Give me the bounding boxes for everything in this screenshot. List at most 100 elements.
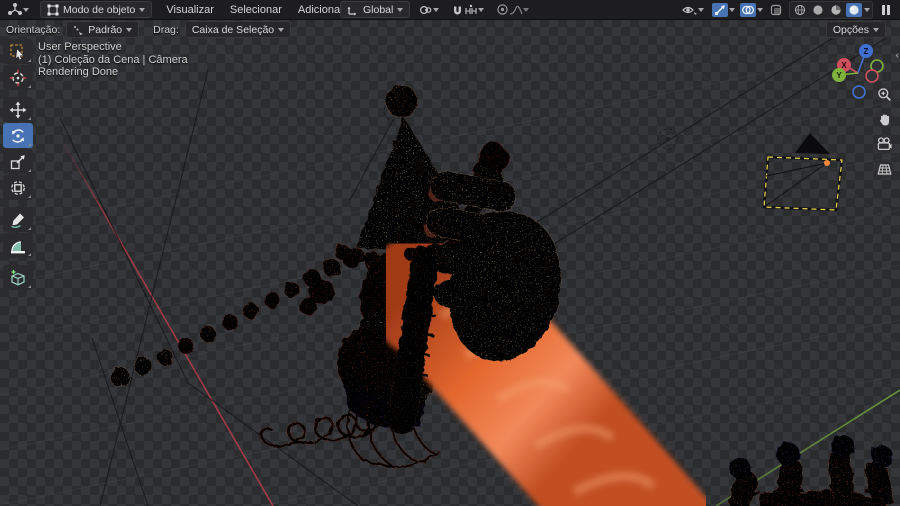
gizmo-axis-x-negative[interactable] — [865, 69, 879, 83]
overlays-icon — [742, 5, 755, 14]
orientation-axes-icon — [347, 6, 356, 15]
measure-icon — [11, 240, 25, 253]
shading-material-button[interactable] — [828, 3, 844, 17]
proportional-editing-controls[interactable] — [493, 2, 532, 18]
shading-material-icon — [831, 4, 841, 15]
chevron-down-icon — [126, 27, 133, 32]
editor-type-dropdown[interactable] — [4, 2, 32, 18]
toggle-orthographic-button[interactable] — [874, 159, 894, 179]
pivot-point-icon — [420, 5, 432, 14]
orientation-label: Orientação: — [6, 23, 61, 36]
move-icon — [9, 101, 27, 118]
pause-icon — [882, 4, 890, 15]
camera-icon — [877, 137, 892, 151]
shading-wireframe-icon — [794, 4, 806, 15]
show-overlays-toggle[interactable] — [740, 2, 756, 17]
add-cube-icon — [11, 269, 25, 285]
toolbar-left — [3, 39, 33, 291]
gizmos-dropdown-icon[interactable] — [729, 7, 735, 12]
overlays-dropdown-icon[interactable] — [757, 7, 763, 12]
drag-mode-dropdown[interactable]: Caixa de Seleção — [184, 21, 292, 38]
tool-measure[interactable] — [3, 233, 33, 258]
editor-3d-viewport-icon — [8, 2, 23, 15]
show-gizmos-toggle[interactable] — [712, 2, 728, 17]
scale-icon — [10, 154, 25, 169]
hand-icon — [879, 113, 889, 125]
svg-text:X: X — [841, 61, 847, 70]
annotate-pen-icon — [11, 213, 24, 228]
camera-origin-dot — [824, 160, 830, 166]
sidebar-collapse-arrow[interactable]: ‹ — [896, 50, 899, 61]
menu-view[interactable]: Visualizar — [158, 4, 222, 16]
proportional-editing-icon — [497, 4, 509, 15]
chevron-down-icon — [478, 7, 485, 12]
viewport-header: Modo de objeto Visualizar Selecionar Adi… — [0, 0, 900, 20]
object-visibility-dropdown[interactable] — [679, 2, 707, 18]
pan-button[interactable] — [874, 109, 894, 129]
viewport-info-overlay: User Perspective (1) Coleção da Cena | C… — [38, 41, 188, 79]
chevron-down-icon — [873, 27, 879, 32]
rotate-icon — [11, 128, 25, 143]
viewport-nav-buttons — [874, 84, 894, 179]
viewport-shading-group — [789, 0, 873, 19]
orientation-default-icon — [74, 26, 84, 35]
tool-move[interactable] — [3, 97, 33, 122]
svg-text:Z: Z — [864, 47, 869, 56]
transform-icon — [11, 180, 25, 195]
snap-controls[interactable] — [448, 2, 487, 18]
viewport-collection-label: (1) Coleção da Cena | Câmera — [38, 53, 188, 66]
viewport-perspective-label: User Perspective — [38, 41, 122, 53]
tool-select-box[interactable] — [3, 39, 33, 64]
pivot-point-dropdown[interactable] — [416, 2, 442, 18]
object-mode-label: Modo de objeto — [63, 3, 136, 16]
shading-solid-icon — [813, 4, 823, 15]
menu-select[interactable]: Selecionar — [222, 4, 290, 16]
viewport-render-status: Rendering Done — [38, 66, 119, 78]
transform-orientation-label: Global — [363, 3, 394, 16]
tool-add-cube[interactable] — [3, 265, 33, 290]
gizmo-arrow-icon — [714, 5, 725, 16]
falloff-curve-icon — [510, 5, 523, 15]
options-label: Opções — [832, 23, 869, 36]
blender-window: { "header": { "mode_dropdown": { "label"… — [0, 0, 900, 506]
camera-view-button[interactable] — [874, 134, 894, 154]
visibility-eye-icon — [682, 6, 697, 15]
tool-settings-bar: Orientação: Padrão Drag: Caixa de Seleçã… — [0, 20, 900, 39]
orientation-dropdown[interactable]: Padrão — [66, 21, 140, 38]
gizmo-axis-z-negative[interactable] — [852, 85, 866, 99]
chevron-down-icon — [278, 27, 285, 32]
tool-annotate[interactable] — [3, 207, 33, 232]
puppet-braid — [110, 248, 362, 387]
tool-transform[interactable] — [3, 175, 33, 200]
zoom-button[interactable] — [874, 84, 894, 104]
object-mode-dropdown[interactable]: Modo de objeto — [40, 1, 153, 18]
xray-icon — [770, 4, 782, 15]
magnifier-plus-icon — [877, 87, 891, 101]
pause-render-button[interactable] — [878, 2, 894, 18]
shading-dropdown-icon[interactable] — [864, 7, 870, 12]
drag-label: Drag: — [153, 23, 179, 36]
tool-scale[interactable] — [3, 149, 33, 174]
perspective-grid-icon — [876, 163, 892, 175]
shading-rendered-icon — [849, 4, 859, 15]
hat-pompom — [385, 85, 418, 118]
chevron-down-icon — [523, 7, 530, 12]
snap-magnet-icon — [454, 6, 462, 15]
chevron-down-icon — [698, 7, 704, 12]
tool-cursor[interactable] — [3, 65, 33, 90]
svg-text:Y: Y — [836, 71, 842, 80]
xray-toggle[interactable] — [768, 3, 784, 17]
options-dropdown[interactable]: Opções — [825, 21, 886, 38]
shading-wireframe-button[interactable] — [792, 3, 808, 17]
snap-target-icon — [465, 4, 477, 14]
tool-rotate[interactable] — [3, 123, 33, 148]
shading-solid-button[interactable] — [810, 3, 826, 17]
chevron-down-icon — [139, 7, 146, 12]
chevron-down-icon — [23, 7, 29, 12]
shading-rendered-button[interactable] — [846, 2, 862, 17]
transform-orientation-dropdown[interactable]: Global — [340, 1, 411, 18]
camera-object[interactable] — [762, 133, 844, 212]
select-box-icon — [10, 43, 25, 60]
orientation-value: Padrão — [88, 23, 123, 36]
cursor-3d-icon — [9, 69, 27, 86]
